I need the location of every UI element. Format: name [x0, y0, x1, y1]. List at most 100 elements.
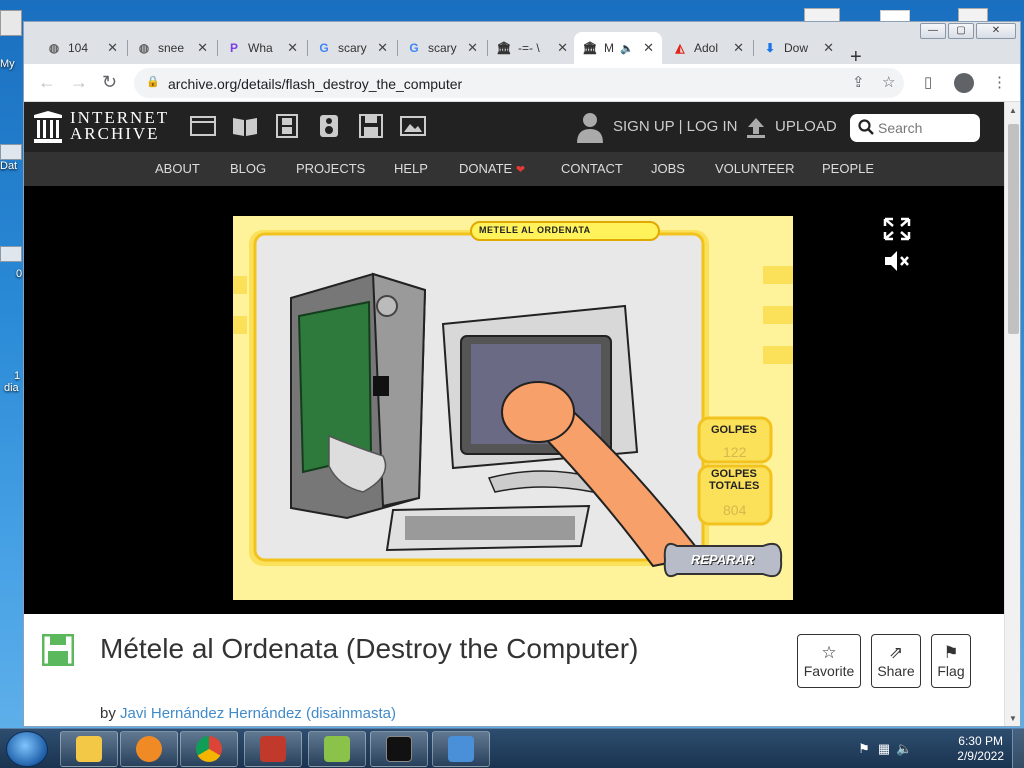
tab-strip: ◍ 104 ✕ ◍ snee ✕ P Wha ✕ G scary ✕ G sca… — [24, 32, 924, 68]
images-icon[interactable] — [400, 114, 426, 138]
upload-link[interactable]: UPLOAD — [775, 118, 837, 135]
audio-speaker-icon[interactable] — [316, 114, 342, 138]
tab-5[interactable]: G scary ✕ — [398, 32, 486, 64]
share-button[interactable]: ⇗ Share — [871, 634, 921, 688]
url-text[interactable]: archive.org/details/flash_destroy_the_co… — [168, 76, 462, 92]
desktop-icon-topright-1[interactable] — [804, 8, 840, 22]
software-floppy-icon — [42, 634, 74, 666]
author-link[interactable]: Javi Hernández Hernández (disainmasta) — [120, 705, 396, 722]
nav-donate[interactable]: DONATE ❤ — [459, 161, 525, 176]
tab-active[interactable]: 🏛 M 🔈 ✕ — [574, 32, 662, 64]
scroll-down-arrow-icon[interactable]: ▼ — [1009, 714, 1017, 723]
tab-2[interactable]: ◍ snee ✕ — [128, 32, 216, 64]
desktop-icon-0[interactable]: 0 — [0, 246, 22, 280]
nav-projects[interactable]: PROJECTS — [296, 161, 365, 176]
network-tray-icon[interactable]: ▦ — [876, 741, 892, 757]
close-tab-icon[interactable]: ✕ — [107, 40, 118, 56]
page-scrollbar[interactable]: ▲ ▼ — [1004, 102, 1020, 726]
taskbar-notepad-plus[interactable] — [308, 731, 366, 767]
close-tab-icon[interactable]: ✕ — [197, 40, 208, 56]
action-center-flag-icon[interactable]: ⚑ — [856, 741, 872, 757]
close-tab-icon[interactable]: ✕ — [643, 40, 654, 56]
adobe-icon: ◭ — [675, 41, 685, 55]
page-viewport: INTERNET ARCHIVE SIGN UP | LOG IN UPLOAD… — [24, 102, 1004, 726]
user-icon[interactable] — [576, 111, 604, 143]
web-icon[interactable] — [190, 114, 216, 138]
taskbar-explorer[interactable] — [60, 731, 118, 767]
tab-4[interactable]: G scary ✕ — [308, 32, 396, 64]
nav-about[interactable]: ABOUT — [155, 161, 200, 176]
software-floppy-icon[interactable] — [358, 114, 384, 138]
item-title: Métele al Ordenata (Destroy the Computer… — [100, 633, 639, 664]
scroll-thumb[interactable] — [1008, 124, 1019, 334]
mute-icon[interactable] — [882, 248, 912, 274]
close-tab-icon[interactable]: ✕ — [377, 40, 388, 56]
muted-speaker-icon[interactable]: 🔈 — [620, 42, 637, 55]
nav-jobs[interactable]: JOBS — [651, 161, 685, 176]
forward-arrow-icon[interactable]: → — [70, 72, 88, 92]
address-bar[interactable]: 🔒 archive.org/details/flash_destroy_the_… — [134, 68, 904, 98]
taskbar-cmd[interactable] — [370, 731, 428, 767]
taskbar-chrome[interactable] — [180, 731, 238, 767]
nav-people[interactable]: PEOPLE — [822, 161, 874, 176]
flag-button[interactable]: ⚑ Flag — [931, 634, 971, 688]
maximize-button[interactable]: ▢ — [948, 23, 974, 39]
taskbar-network[interactable] — [432, 731, 490, 767]
desktop-icon-topright-3[interactable] — [958, 8, 988, 22]
tab-9[interactable]: ⬇ Dow ✕ — [754, 32, 842, 64]
close-tab-icon[interactable]: ✕ — [733, 40, 744, 56]
tab-1[interactable]: ◍ 104 ✕ — [38, 32, 126, 64]
close-tab-icon[interactable]: ✕ — [287, 40, 298, 56]
close-tab-icon[interactable]: ✕ — [467, 40, 478, 56]
lock-icon[interactable]: 🔒 — [146, 76, 160, 88]
close-tab-icon[interactable]: ✕ — [557, 40, 568, 56]
archive-wordmark[interactable]: INTERNET ARCHIVE — [70, 109, 169, 142]
bookmark-star-icon[interactable]: ☆ — [882, 75, 895, 91]
close-tab-icon[interactable]: ✕ — [823, 40, 834, 56]
profile-avatar-icon[interactable] — [954, 73, 974, 93]
start-button[interactable] — [6, 731, 48, 767]
favorite-button[interactable]: ☆ Favorite — [797, 634, 861, 688]
taskbar-media-player[interactable] — [120, 731, 178, 767]
desktop-icon-my[interactable]: My — [0, 10, 22, 70]
share-label: Share — [877, 663, 915, 679]
side-panel-icon[interactable]: ▯ — [924, 74, 932, 92]
tab-8[interactable]: ◭ Adol ✕ — [664, 32, 752, 64]
search-input[interactable]: Search — [850, 114, 980, 142]
upload-icon[interactable] — [746, 116, 766, 138]
game-canvas[interactable]: METELE AL ORDENATA GOLPES 122 GOLPES TOT… — [233, 216, 793, 600]
nav-volunteer[interactable]: VOLUNTEER — [715, 161, 794, 176]
signup-login-link[interactable]: SIGN UP | LOG IN — [613, 118, 737, 135]
globe-icon: ◍ — [138, 41, 150, 55]
volume-icon[interactable]: 🔈 — [896, 741, 912, 757]
tab-6[interactable]: 🏛 -=- \ ✕ — [488, 32, 576, 64]
close-window-button[interactable]: ✕ — [976, 23, 1016, 39]
menu-kebab-icon[interactable]: ⋮ — [992, 74, 1007, 92]
reparar-button[interactable]: REPARAR — [691, 552, 754, 567]
fullscreen-icon[interactable] — [882, 216, 912, 242]
tab-3[interactable]: P Wha ✕ — [218, 32, 306, 64]
taskbar-app-4[interactable] — [244, 731, 302, 767]
tab-title: M — [604, 41, 614, 55]
texts-book-icon[interactable] — [232, 114, 258, 138]
clock[interactable]: 6:30 PM 2/9/2022 — [957, 734, 1004, 764]
console-icon — [386, 736, 412, 762]
nav-help[interactable]: HELP — [394, 161, 428, 176]
golpes-label: GOLPES — [711, 424, 757, 436]
item-byline: by Javi Hernández Hernández (disainmasta… — [100, 705, 396, 722]
nav-contact[interactable]: CONTACT — [561, 161, 623, 176]
archive-logo-icon[interactable] — [34, 111, 62, 143]
item-header: Métele al Ordenata (Destroy the Computer… — [24, 614, 1004, 726]
nav-blog[interactable]: BLOG — [230, 161, 266, 176]
golpes-totales-value: 804 — [723, 502, 747, 518]
show-desktop-button[interactable] — [1012, 729, 1024, 768]
reload-icon[interactable]: ↻ — [102, 72, 117, 92]
desktop-icon-dia[interactable]: 1 dia — [0, 370, 22, 394]
scroll-up-arrow-icon[interactable]: ▲ — [1009, 106, 1017, 115]
video-film-icon[interactable] — [274, 114, 300, 138]
share-page-icon[interactable]: ⇪ — [852, 75, 865, 91]
tab-title: Adol — [694, 41, 719, 55]
back-arrow-icon[interactable]: ← — [38, 72, 56, 92]
download-icon: ⬇ — [764, 41, 776, 55]
desktop-icon-dat[interactable]: Dat — [0, 144, 22, 172]
